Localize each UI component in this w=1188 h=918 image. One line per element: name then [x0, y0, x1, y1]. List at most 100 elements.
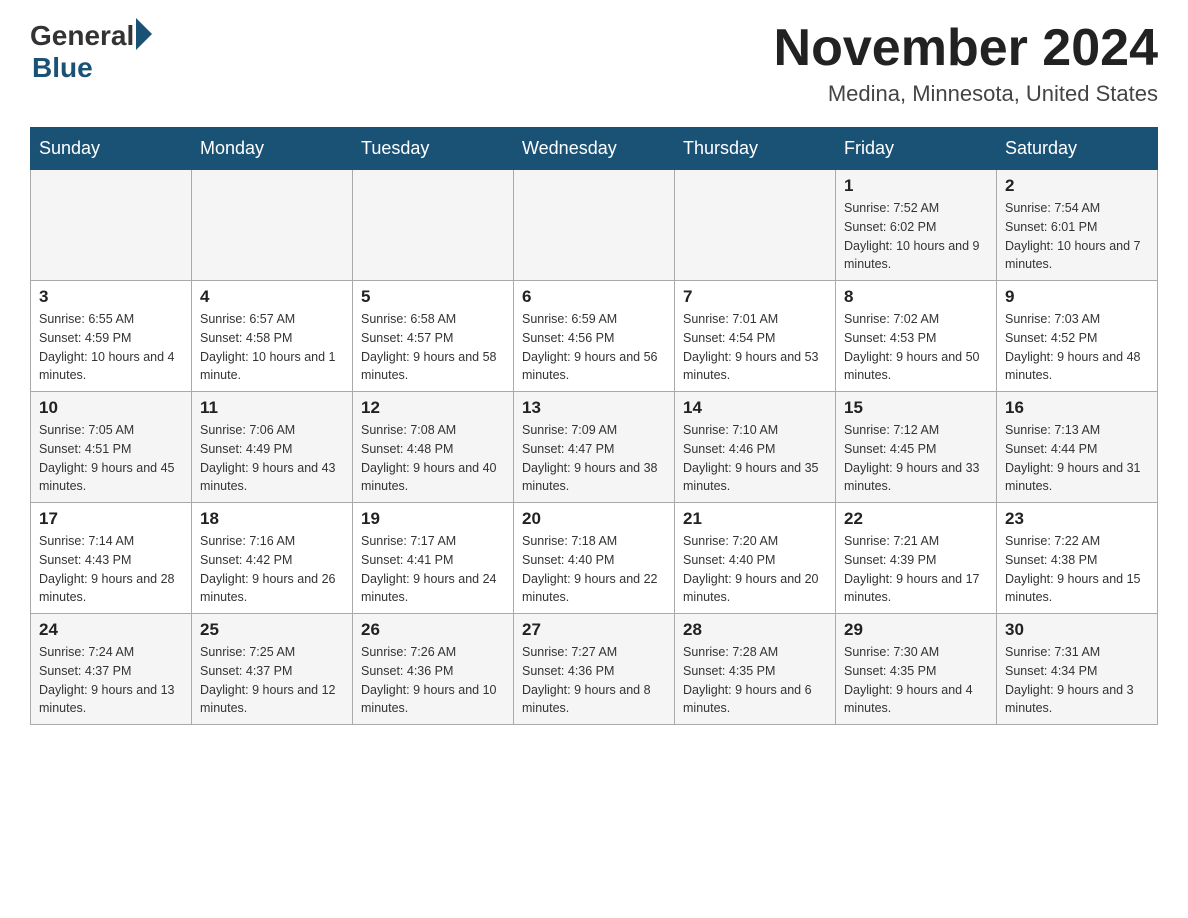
calendar-cell: 7 Sunrise: 7:01 AM Sunset: 4:54 PM Daylig…: [675, 281, 836, 392]
day-number: 26: [361, 620, 505, 640]
day-info: Sunrise: 7:30 AM Sunset: 4:35 PM Dayligh…: [844, 643, 988, 718]
day-number: 7: [683, 287, 827, 307]
day-number: 10: [39, 398, 183, 418]
calendar-cell: 11 Sunrise: 7:06 AM Sunset: 4:49 PM Dayli…: [192, 392, 353, 503]
day-number: 8: [844, 287, 988, 307]
day-number: 23: [1005, 509, 1149, 529]
page-header: General Blue November 2024 Medina, Minne…: [30, 20, 1158, 107]
day-number: 3: [39, 287, 183, 307]
calendar-cell: 14 Sunrise: 7:10 AM Sunset: 4:46 PM Dayli…: [675, 392, 836, 503]
day-info: Sunrise: 7:21 AM Sunset: 4:39 PM Dayligh…: [844, 532, 988, 607]
day-number: 18: [200, 509, 344, 529]
calendar-header-tuesday: Tuesday: [353, 128, 514, 170]
day-number: 4: [200, 287, 344, 307]
calendar-cell: 2 Sunrise: 7:54 AM Sunset: 6:01 PM Daylig…: [997, 170, 1158, 281]
calendar-cell: 8 Sunrise: 7:02 AM Sunset: 4:53 PM Daylig…: [836, 281, 997, 392]
day-info: Sunrise: 6:55 AM Sunset: 4:59 PM Dayligh…: [39, 310, 183, 385]
calendar-cell: 28Sunrise: 7:28 AM Sunset: 4:35 PM Dayli…: [675, 614, 836, 725]
day-info: Sunrise: 7:20 AM Sunset: 4:40 PM Dayligh…: [683, 532, 827, 607]
calendar-header-row: SundayMondayTuesdayWednesdayThursdayFrid…: [31, 128, 1158, 170]
calendar-cell: 15Sunrise: 7:12 AM Sunset: 4:45 PM Dayli…: [836, 392, 997, 503]
day-info: Sunrise: 7:25 AM Sunset: 4:37 PM Dayligh…: [200, 643, 344, 718]
calendar-cell: 12Sunrise: 7:08 AM Sunset: 4:48 PM Dayli…: [353, 392, 514, 503]
day-info: Sunrise: 7:22 AM Sunset: 4:38 PM Dayligh…: [1005, 532, 1149, 607]
calendar-week-row: 1 Sunrise: 7:52 AM Sunset: 6:02 PM Daylig…: [31, 170, 1158, 281]
day-info: Sunrise: 7:24 AM Sunset: 4:37 PM Dayligh…: [39, 643, 183, 718]
day-number: 29: [844, 620, 988, 640]
month-title: November 2024: [774, 20, 1158, 77]
day-info: Sunrise: 7:52 AM Sunset: 6:02 PM Dayligh…: [844, 199, 988, 274]
day-number: 5: [361, 287, 505, 307]
day-number: 1: [844, 176, 988, 196]
calendar-cell: 24 Sunrise: 7:24 AM Sunset: 4:37 PM Dayli…: [31, 614, 192, 725]
day-info: Sunrise: 6:57 AM Sunset: 4:58 PM Dayligh…: [200, 310, 344, 385]
calendar-cell: 27Sunrise: 7:27 AM Sunset: 4:36 PM Dayli…: [514, 614, 675, 725]
day-info: Sunrise: 7:12 AM Sunset: 4:45 PM Dayligh…: [844, 421, 988, 496]
calendar-cell: 29 Sunrise: 7:30 AM Sunset: 4:35 PM Dayli…: [836, 614, 997, 725]
logo-arrow-icon: [136, 18, 152, 50]
calendar-cell: [675, 170, 836, 281]
day-number: 2: [1005, 176, 1149, 196]
day-number: 19: [361, 509, 505, 529]
day-info: Sunrise: 7:01 AM Sunset: 4:54 PM Dayligh…: [683, 310, 827, 385]
day-number: 16: [1005, 398, 1149, 418]
calendar-week-row: 17Sunrise: 7:14 AM Sunset: 4:43 PM Dayli…: [31, 503, 1158, 614]
calendar-cell: 26 Sunrise: 7:26 AM Sunset: 4:36 PM Dayli…: [353, 614, 514, 725]
calendar-header-saturday: Saturday: [997, 128, 1158, 170]
day-info: Sunrise: 7:06 AM Sunset: 4:49 PM Dayligh…: [200, 421, 344, 496]
day-info: Sunrise: 7:03 AM Sunset: 4:52 PM Dayligh…: [1005, 310, 1149, 385]
day-number: 21: [683, 509, 827, 529]
calendar-cell: 23 Sunrise: 7:22 AM Sunset: 4:38 PM Dayli…: [997, 503, 1158, 614]
day-info: Sunrise: 7:18 AM Sunset: 4:40 PM Dayligh…: [522, 532, 666, 607]
day-number: 30: [1005, 620, 1149, 640]
calendar-cell: 21 Sunrise: 7:20 AM Sunset: 4:40 PM Dayli…: [675, 503, 836, 614]
day-info: Sunrise: 7:31 AM Sunset: 4:34 PM Dayligh…: [1005, 643, 1149, 718]
day-number: 6: [522, 287, 666, 307]
day-info: Sunrise: 6:58 AM Sunset: 4:57 PM Dayligh…: [361, 310, 505, 385]
day-number: 11: [200, 398, 344, 418]
logo-blue-text: Blue: [32, 52, 93, 84]
calendar-cell: [192, 170, 353, 281]
calendar-cell: 3 Sunrise: 6:55 AM Sunset: 4:59 PM Daylig…: [31, 281, 192, 392]
day-number: 17: [39, 509, 183, 529]
calendar-header-wednesday: Wednesday: [514, 128, 675, 170]
day-info: Sunrise: 7:27 AM Sunset: 4:36 PM Dayligh…: [522, 643, 666, 718]
calendar-cell: 22 Sunrise: 7:21 AM Sunset: 4:39 PM Dayli…: [836, 503, 997, 614]
calendar-header-sunday: Sunday: [31, 128, 192, 170]
logo: General Blue: [30, 20, 152, 84]
calendar-cell: 19 Sunrise: 7:17 AM Sunset: 4:41 PM Dayli…: [353, 503, 514, 614]
day-number: 12: [361, 398, 505, 418]
day-number: 28: [683, 620, 827, 640]
calendar-cell: 20Sunrise: 7:18 AM Sunset: 4:40 PM Dayli…: [514, 503, 675, 614]
day-info: Sunrise: 7:02 AM Sunset: 4:53 PM Dayligh…: [844, 310, 988, 385]
day-info: Sunrise: 7:16 AM Sunset: 4:42 PM Dayligh…: [200, 532, 344, 607]
day-number: 13: [522, 398, 666, 418]
day-number: 22: [844, 509, 988, 529]
day-number: 24: [39, 620, 183, 640]
calendar-cell: 10 Sunrise: 7:05 AM Sunset: 4:51 PM Dayli…: [31, 392, 192, 503]
day-info: Sunrise: 6:59 AM Sunset: 4:56 PM Dayligh…: [522, 310, 666, 385]
day-number: 14: [683, 398, 827, 418]
location-subtitle: Medina, Minnesota, United States: [774, 81, 1158, 107]
day-info: Sunrise: 7:26 AM Sunset: 4:36 PM Dayligh…: [361, 643, 505, 718]
calendar-week-row: 24 Sunrise: 7:24 AM Sunset: 4:37 PM Dayli…: [31, 614, 1158, 725]
day-info: Sunrise: 7:10 AM Sunset: 4:46 PM Dayligh…: [683, 421, 827, 496]
day-number: 9: [1005, 287, 1149, 307]
day-number: 25: [200, 620, 344, 640]
calendar-cell: 6 Sunrise: 6:59 AM Sunset: 4:56 PM Daylig…: [514, 281, 675, 392]
calendar-cell: 30 Sunrise: 7:31 AM Sunset: 4:34 PM Dayli…: [997, 614, 1158, 725]
day-info: Sunrise: 7:05 AM Sunset: 4:51 PM Dayligh…: [39, 421, 183, 496]
calendar-header-friday: Friday: [836, 128, 997, 170]
calendar-cell: 25 Sunrise: 7:25 AM Sunset: 4:37 PM Dayli…: [192, 614, 353, 725]
day-info: Sunrise: 7:17 AM Sunset: 4:41 PM Dayligh…: [361, 532, 505, 607]
calendar-cell: 18 Sunrise: 7:16 AM Sunset: 4:42 PM Dayli…: [192, 503, 353, 614]
day-info: Sunrise: 7:54 AM Sunset: 6:01 PM Dayligh…: [1005, 199, 1149, 274]
calendar-cell: [514, 170, 675, 281]
calendar-cell: [31, 170, 192, 281]
calendar-week-row: 3 Sunrise: 6:55 AM Sunset: 4:59 PM Daylig…: [31, 281, 1158, 392]
calendar-cell: 1 Sunrise: 7:52 AM Sunset: 6:02 PM Daylig…: [836, 170, 997, 281]
logo-general-text: General: [30, 20, 134, 52]
calendar-cell: 4 Sunrise: 6:57 AM Sunset: 4:58 PM Daylig…: [192, 281, 353, 392]
calendar-cell: 17Sunrise: 7:14 AM Sunset: 4:43 PM Dayli…: [31, 503, 192, 614]
day-info: Sunrise: 7:09 AM Sunset: 4:47 PM Dayligh…: [522, 421, 666, 496]
